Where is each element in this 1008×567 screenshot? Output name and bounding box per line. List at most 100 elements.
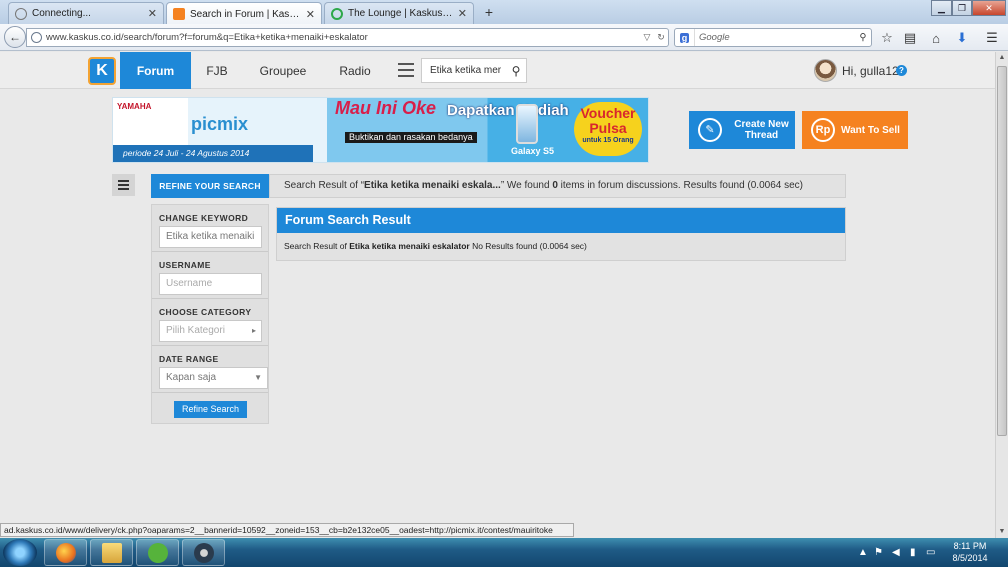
close-window-button[interactable]: ✕	[972, 0, 1006, 16]
date-range-title: DATE RANGE	[159, 354, 219, 364]
google-engine-icon[interactable]: g	[675, 29, 695, 46]
site-search-value: Etika ketika mer	[430, 65, 502, 76]
user-greeting[interactable]: Hi, gulla12	[842, 64, 899, 78]
reload-icon[interactable]: ↻	[654, 32, 668, 43]
promo-banner[interactable]: YAMAHA picmix Mau Ini Oke Buktikan dan r…	[112, 97, 649, 163]
list-toggle-icon[interactable]	[112, 174, 135, 196]
banner-headline: Mau Ini Oke	[335, 98, 437, 118]
minimize-button[interactable]: ▁	[931, 0, 952, 16]
volume-icon[interactable]: ◀	[892, 547, 900, 558]
avatar[interactable]	[814, 59, 837, 82]
phone-image	[516, 104, 538, 144]
chevron-right-icon: ▸	[251, 326, 256, 335]
taskbar-utorrent[interactable]	[136, 539, 179, 566]
tab-the-lounge[interactable]: The Lounge | Kaskus - The ... ✕	[324, 2, 474, 24]
voucher-label: Voucher Pulsa	[580, 105, 636, 136]
bookmark-star-icon[interactable]: ☆	[879, 30, 895, 46]
firefox-icon	[55, 542, 76, 563]
scroll-down-icon[interactable]: ▼	[996, 526, 1008, 538]
refine-search-button[interactable]: Refine Search	[174, 401, 247, 418]
kaskus-favicon-icon	[173, 8, 185, 20]
create-new-thread-button[interactable]: ✎ Create New Thread	[689, 111, 795, 149]
category-select[interactable]: Pilih Kategori ▸	[159, 320, 262, 342]
taskbar-firefox[interactable]	[44, 539, 87, 566]
web-search-bar[interactable]: g Google ⚲	[674, 28, 872, 47]
status-bar: ad.kaskus.co.id/www/delivery/ck.php?oapa…	[0, 523, 574, 537]
bookmarks-list-icon[interactable]: ▤	[902, 30, 918, 46]
banner-tagline: Buktikan dan rasakan bedanya	[345, 132, 477, 143]
site-search-input[interactable]: Etika ketika mer ⚲	[421, 58, 527, 83]
scroll-up-icon[interactable]: ▲	[996, 52, 1008, 64]
keyword-section: CHANGE KEYWORD Etika ketika menaiki	[152, 205, 268, 252]
new-tab-button[interactable]: +	[480, 3, 498, 21]
scrollbar-thumb[interactable]	[997, 66, 1007, 436]
browser-nav-bar: ← www.kaskus.co.id/search/forum?f=forum&…	[0, 24, 1008, 51]
username-input[interactable]: Username	[159, 273, 262, 295]
home-icon[interactable]: ⌂	[928, 30, 944, 46]
windows-taskbar: ▲ ⚑ ◀ ▮ ▭ 8:11 PM 8/5/2014	[0, 538, 1008, 567]
category-menu-icon[interactable]	[398, 63, 414, 77]
vertical-scrollbar[interactable]: ▲ ▼	[995, 52, 1008, 538]
flag-icon[interactable]: ⚑	[874, 547, 883, 558]
summary-prefix: Search Result of “	[284, 180, 365, 191]
network-icon[interactable]: ▮	[910, 547, 916, 558]
tab-label: Search in Forum | Kaskus - ...	[190, 8, 301, 20]
taskbar-steam[interactable]	[182, 539, 225, 566]
loading-icon	[331, 7, 343, 20]
refine-sidebar: CHANGE KEYWORD Etika ketika menaiki USER…	[151, 204, 269, 424]
clock-time: 8:11 PM	[953, 541, 987, 551]
panel-body: Search Result of Etika ketika menaiki es…	[277, 233, 845, 251]
summary-suffix: items in forum discussions. Results foun…	[557, 180, 803, 191]
display-icon[interactable]: ▭	[926, 547, 935, 558]
tab-close-icon[interactable]: ✕	[458, 7, 467, 20]
kaskus-logo[interactable]: K	[88, 57, 116, 85]
nav-radio[interactable]: Radio	[332, 52, 378, 89]
globe-icon	[31, 32, 42, 43]
keyword-input[interactable]: Etika ketika menaiki	[159, 226, 262, 248]
nav-forum[interactable]: Forum	[120, 52, 191, 89]
web-search-placeholder: Google	[699, 32, 730, 43]
panel-prefix: Search Result of	[284, 241, 350, 251]
browser-tab-bar: Connecting... ✕ Search in Forum | Kaskus…	[0, 0, 1008, 25]
search-icon[interactable]: ⚲	[506, 64, 526, 78]
tab-label: Connecting...	[32, 8, 91, 19]
summary-mid: ” We found	[500, 180, 553, 191]
back-button[interactable]: ←	[4, 26, 26, 48]
taskbar-explorer[interactable]	[90, 539, 133, 566]
menu-icon[interactable]: ☰	[984, 30, 1000, 46]
nav-groupee[interactable]: Groupee	[253, 52, 313, 89]
tab-close-icon[interactable]: ✕	[306, 8, 315, 21]
folder-icon	[101, 542, 122, 563]
panel-title: Forum Search Result	[277, 208, 845, 233]
start-button[interactable]	[3, 539, 37, 566]
maximize-button[interactable]: ❐	[952, 0, 972, 16]
keyword-title: CHANGE KEYWORD	[159, 213, 249, 223]
tab-connecting[interactable]: Connecting... ✕	[8, 2, 164, 24]
help-icon[interactable]: ?	[896, 65, 907, 76]
system-clock[interactable]: 8:11 PM 8/5/2014	[940, 540, 1000, 564]
banner-prize: Dapatkan Hadiah	[447, 102, 569, 119]
clock-date: 8/5/2014	[952, 553, 988, 563]
dropdown-arrow-icon[interactable]: ▽	[640, 32, 654, 43]
yamaha-logo: YAMAHA	[117, 102, 152, 111]
forum-search-result-panel: Forum Search Result Search Result of Eti…	[276, 207, 846, 261]
address-bar[interactable]: www.kaskus.co.id/search/forum?f=forum&q=…	[26, 28, 669, 47]
tab-search-in-forum[interactable]: Search in Forum | Kaskus - ... ✕	[166, 2, 322, 25]
category-section: CHOOSE CATEGORY Pilih Kategori ▸	[152, 299, 268, 346]
category-title: CHOOSE CATEGORY	[159, 307, 252, 317]
magnifier-icon[interactable]: ⚲	[855, 32, 871, 43]
username-section: USERNAME Username	[152, 252, 268, 299]
tab-close-icon[interactable]: ✕	[148, 7, 157, 20]
username-title: USERNAME	[159, 260, 211, 270]
want-to-sell-button[interactable]: Rp Want To Sell	[802, 111, 908, 149]
download-icon[interactable]: ⬇	[954, 30, 970, 46]
date-range-select[interactable]: Kapan saja ▼	[159, 367, 268, 389]
nav-fjb[interactable]: FJB	[197, 52, 237, 89]
utorrent-icon	[147, 542, 168, 563]
tray-expand-icon[interactable]: ▲	[858, 547, 868, 558]
back-arrow-icon: ←	[9, 30, 21, 44]
picmix-logo: picmix	[191, 114, 249, 134]
banner-period: periode 24 Juli - 24 Agustus 2014	[113, 145, 313, 162]
banner-voucher: Voucher Pulsa untuk 15 Orang	[574, 102, 642, 156]
refine-search-tab[interactable]: REFINE YOUR SEARCH	[151, 174, 269, 198]
